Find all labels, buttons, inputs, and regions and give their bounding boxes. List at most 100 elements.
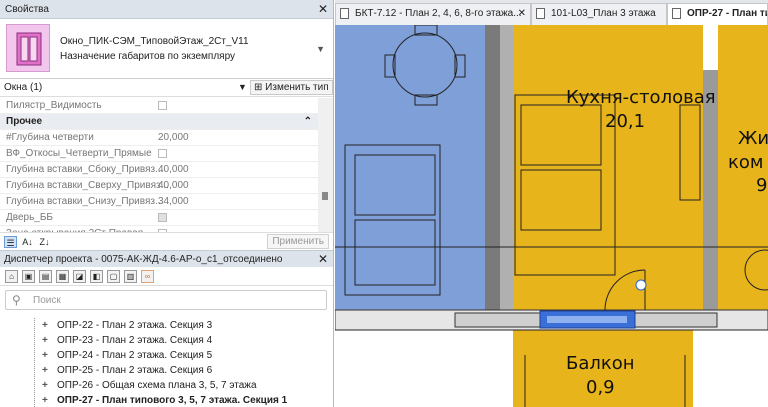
tree-item[interactable]: + ОПР-25 - План 2 этажа. Секция 6 <box>0 363 333 378</box>
document-icon <box>340 8 349 19</box>
project-browser-title-bar: Диспетчер проекта - 0075-АК-ЖД-4.6-АР-о_… <box>0 250 333 267</box>
view-tabs: БКТ-7.12 - План 2, 4, 6, 8-го этажа... ✕… <box>335 0 768 25</box>
tree-item[interactable]: + ОПР-27 - План типового 3, 5, 7 этажа. С… <box>0 393 333 407</box>
drawing-canvas[interactable]: Кухня-столовая 20,1 Жи ком 9 Балкон 0,9 … <box>335 25 768 407</box>
link-icon[interactable]: ∞ <box>141 270 154 283</box>
expand-icon[interactable]: + <box>42 318 48 333</box>
instance-selector-row: Окна (1) ▼ ⊞ Изменить тип <box>0 79 333 97</box>
chevron-down-icon[interactable]: ▼ <box>238 82 247 92</box>
apply-button[interactable]: Применить <box>267 234 329 249</box>
expand-icon[interactable]: + <box>42 333 48 348</box>
scroll-thumb[interactable] <box>322 192 328 200</box>
edit-type-label: Изменить тип <box>265 82 329 93</box>
tab-opr-27[interactable]: ОПР-27 - План ти <box>667 3 768 25</box>
edit-type-button[interactable]: ⊞ Изменить тип <box>250 80 333 95</box>
room-name-balcony: Балкон <box>566 353 635 374</box>
close-icon[interactable]: ✕ <box>518 4 526 24</box>
sheet-icon[interactable]: ▣ <box>22 270 35 283</box>
project-browser-title: Диспетчер проекта - 0075-АК-ЖД-4.6-АР-о_… <box>4 254 283 265</box>
home-icon[interactable]: ⌂ <box>5 270 18 283</box>
sort-categorized-icon[interactable]: ☰ <box>4 236 17 248</box>
family-icon[interactable]: ▢ <box>107 270 120 283</box>
search-placeholder: Поиск <box>33 295 61 306</box>
edit-type-icon: ⊞ <box>254 82 266 93</box>
room-name-living: Жи <box>738 128 768 149</box>
floor-plan[interactable] <box>335 25 768 407</box>
tree-item-label: ОПР-24 - План 2 этажа. Секция 5 <box>57 350 213 361</box>
instance-filter[interactable]: Окна (1) <box>4 82 42 93</box>
sort-az-icon[interactable]: A↓ <box>21 236 34 248</box>
search-icon: ⚲ <box>12 293 21 307</box>
close-icon[interactable]: ✕ <box>318 0 328 19</box>
room-name-kitchen: Кухня-столовая <box>566 87 716 108</box>
close-icon[interactable]: ✕ <box>318 251 328 268</box>
property-name: ВФ_Откосы_Четверти_Прямые <box>6 148 152 159</box>
property-row[interactable]: Глубина вставки_Сверху_Привяз... 40,000 <box>0 178 318 194</box>
property-checkbox[interactable] <box>158 149 167 158</box>
group-icon[interactable]: ▥ <box>124 270 137 283</box>
tab-label: 101-L03_План 3 этажа <box>551 8 656 19</box>
property-value[interactable]: 20,000 <box>158 130 189 146</box>
type-subtitle: Назначение габаритов по экземпляру <box>60 51 236 62</box>
property-value[interactable]: 40,000 <box>158 162 189 178</box>
property-row[interactable]: #Глубина четверти 20,000 <box>0 130 318 146</box>
properties-grid: Пилястр_Видимость Прочее ⌃ #Глубина четверт… <box>0 98 318 232</box>
tree-item-label: ОПР-26 - Общая схема плана 3, 5, 7 этажа <box>57 380 257 391</box>
tree-item[interactable]: + ОПР-23 - План 2 этажа. Секция 4 <box>0 333 333 348</box>
property-value[interactable]: 34,000 <box>158 194 189 210</box>
chevron-down-icon[interactable]: ▼ <box>316 44 325 54</box>
apply-bar: ☰ A↓ Z↓ Применить <box>0 232 333 250</box>
property-row[interactable]: Пилястр_Видимость <box>0 98 318 114</box>
kitchen-room <box>513 25 703 310</box>
properties-scrollbar[interactable] <box>318 98 333 232</box>
location-marker-icon[interactable] <box>635 279 647 291</box>
type-name: Окно_ПИК-СЭМ_ТиповойЭтаж_2Ст_V11 <box>60 36 249 47</box>
property-name: Прочее <box>6 116 43 127</box>
tab-label: ОПР-27 - План ти <box>687 8 768 19</box>
room-area-balcony: 0,9 <box>586 377 615 398</box>
room-area-living: 9 <box>756 175 768 196</box>
property-row[interactable]: Глубина вставки_Сбоку_Привяз... 40,000 <box>0 162 318 178</box>
expand-icon[interactable]: + <box>42 348 48 363</box>
property-name: Дверь_ББ <box>6 212 53 223</box>
property-row[interactable]: Дверь_ББ <box>0 210 318 226</box>
property-row[interactable]: Глубина вставки_Снизу_Привяз... 34,000 <box>0 194 318 210</box>
property-checkbox[interactable] <box>158 213 167 222</box>
search-field[interactable]: ⚲ Поиск <box>5 290 327 310</box>
window-type-icon <box>6 24 50 72</box>
room-subname-living: ком <box>728 152 764 173</box>
project-tree: + ОПР-22 - План 2 этажа. Секция 3 + ОПР-23 … <box>0 318 333 407</box>
type-selector[interactable]: Окно_ПИК-СЭМ_ТиповойЭтаж_2Ст_V11 Назначе… <box>0 19 333 79</box>
tree-item-label: ОПР-25 - План 2 этажа. Секция 6 <box>57 365 213 376</box>
properties-title-bar: Свойства ✕ <box>0 0 333 19</box>
property-row[interactable]: ВФ_Откосы_Четверти_Прямые <box>0 146 318 162</box>
property-value[interactable]: 40,000 <box>158 178 189 194</box>
document-icon <box>672 8 681 19</box>
schedule-icon[interactable]: ▦ <box>56 270 69 283</box>
tab-101-l03[interactable]: 101-L03_План 3 этажа <box>531 3 667 25</box>
tab-bkt-7-12[interactable]: БКТ-7.12 - План 2, 4, 6, 8-го этажа... ✕ <box>335 3 531 25</box>
property-group-header[interactable]: Прочее ⌃ <box>0 114 318 130</box>
legend-icon[interactable]: ▤ <box>39 270 52 283</box>
property-name: Глубина вставки_Сбоку_Привяз... <box>6 164 164 175</box>
room-area-kitchen: 20,1 <box>605 111 646 132</box>
tree-item[interactable]: + ОПР-24 - План 2 этажа. Секция 5 <box>0 348 333 363</box>
property-name: #Глубина четверти <box>6 132 94 143</box>
view-icon[interactable]: ◪ <box>73 270 86 283</box>
expand-icon[interactable]: + <box>42 378 48 393</box>
expand-icon[interactable]: + <box>42 363 48 378</box>
tree-item-label: ОПР-23 - План 2 этажа. Секция 4 <box>57 335 213 346</box>
3d-view-icon[interactable]: ◧ <box>90 270 103 283</box>
property-name: Пилястр_Видимость <box>6 100 102 111</box>
tree-item-label: ОПР-22 - План 2 этажа. Секция 3 <box>57 320 213 331</box>
left-panels: Свойства ✕ Окно_ПИК-СЭМ_ТиповойЭтаж_2Ст_… <box>0 0 334 407</box>
sort-za-icon[interactable]: Z↓ <box>38 236 51 248</box>
tree-item[interactable]: + ОПР-22 - План 2 этажа. Секция 3 <box>0 318 333 333</box>
property-checkbox[interactable] <box>158 101 167 110</box>
tree-item[interactable]: + ОПР-26 - Общая схема плана 3, 5, 7 этаж… <box>0 378 333 393</box>
blue-room <box>335 25 485 310</box>
collapse-icon[interactable]: ⌃ <box>304 114 312 130</box>
document-icon <box>536 8 545 19</box>
expand-icon[interactable]: + <box>42 393 48 407</box>
tree-item-label: ОПР-27 - План типового 3, 5, 7 этажа. Се… <box>57 395 288 406</box>
